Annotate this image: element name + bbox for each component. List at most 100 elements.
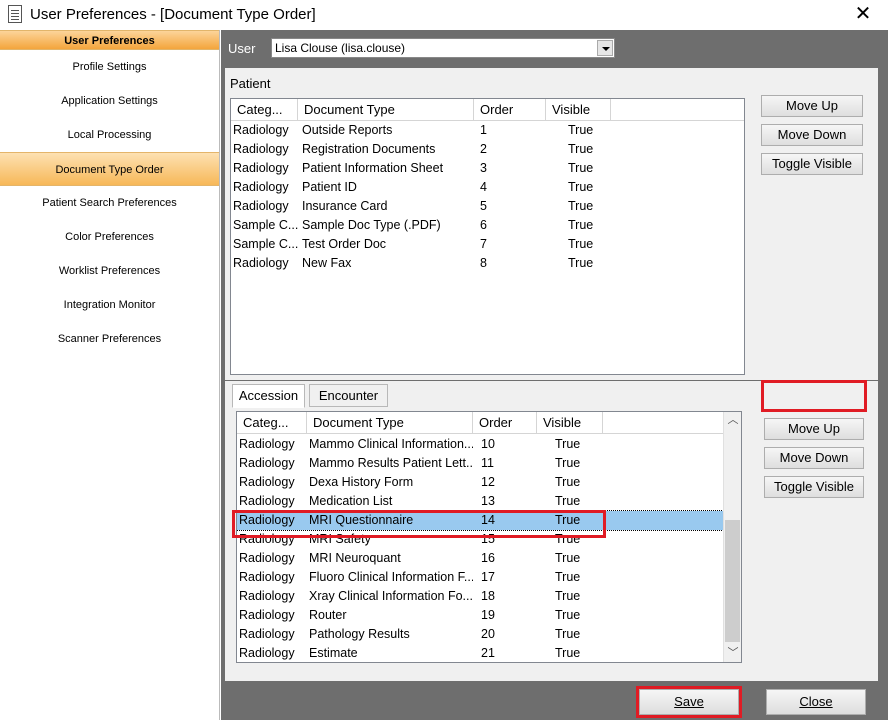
cell-visible: True [555, 494, 581, 508]
accession-move-down-button[interactable]: Move Down [764, 447, 864, 469]
cell-order: 12 [481, 475, 495, 489]
cell-visible: True [555, 646, 581, 660]
cell-category: Sample C... [233, 237, 299, 251]
vertical-scrollbar[interactable]: ︿ ﹀ [723, 412, 741, 662]
close-button[interactable]: Close [766, 689, 866, 715]
cell-visible: True [555, 589, 581, 603]
table-row[interactable]: Radiology Mammo Results Patient Lett... 11… [237, 454, 723, 473]
cell-order: 21 [481, 646, 495, 660]
cell-category: Radiology [233, 180, 289, 194]
table-row[interactable]: Radiology Dexa History Form 12 True [237, 473, 723, 492]
column-header-order[interactable]: Order [473, 412, 537, 433]
cell-document-type: Pathology Results [309, 627, 410, 641]
cell-document-type: Outside Reports [302, 123, 393, 137]
cell-category: Radiology [233, 142, 289, 156]
table-row[interactable]: Sample C... Sample Doc Type (.PDF) 6 True [231, 216, 744, 235]
cell-category: Radiology [239, 570, 295, 584]
cell-category: Radiology [239, 437, 295, 451]
table-row[interactable]: Radiology Insurance Card 5 True [231, 197, 744, 216]
table-row[interactable]: Radiology Medication List 13 True [237, 492, 723, 511]
cell-category: Radiology [239, 475, 295, 489]
patient-toggle-visible-button[interactable]: Toggle Visible [761, 153, 863, 175]
table-row[interactable]: Radiology Outside Reports 1 True [231, 121, 744, 140]
sidebar-item-patient-search-preferences[interactable]: Patient Search Preferences [0, 186, 219, 220]
close-window-button[interactable]: ✕ [852, 3, 874, 25]
chevron-down-icon[interactable] [597, 40, 613, 56]
table-row[interactable]: Radiology Fluoro Clinical Information F..… [237, 568, 723, 587]
cell-category: Radiology [239, 646, 295, 660]
cell-document-type: Mammo Results Patient Lett... [309, 456, 473, 470]
chevron-down-icon[interactable]: ﹀ [724, 645, 741, 662]
table-row[interactable]: Radiology Mammo Clinical Information... 10… [237, 435, 723, 454]
tab-encounter[interactable]: Encounter [309, 384, 388, 407]
window-title: User Preferences - [Document Type Order] [30, 6, 316, 23]
table-row[interactable]: Radiology Patient ID 4 True [231, 178, 744, 197]
cell-order: 3 [480, 161, 487, 175]
document-icon [8, 5, 22, 23]
cell-category: Sample C... [233, 218, 299, 232]
cell-order: 7 [480, 237, 487, 251]
cell-order: 5 [480, 199, 487, 213]
column-header-visible[interactable]: Visible [537, 412, 603, 433]
cell-document-type: Patient ID [302, 180, 357, 194]
column-header-document-type[interactable]: Document Type [307, 412, 473, 433]
cell-order: 10 [481, 437, 495, 451]
sidebar-item-document-type-order[interactable]: Document Type Order [0, 152, 219, 186]
table-row[interactable]: Radiology Pathology Results 20 True [237, 625, 723, 644]
cell-visible: True [555, 551, 581, 565]
chevron-up-icon[interactable]: ︿ [724, 412, 741, 429]
table-row[interactable]: Radiology Patient Information Sheet 3 True [231, 159, 744, 178]
patient-grid-body: Radiology Outside Reports 1 True Radiology Re… [231, 121, 744, 273]
cell-visible: True [568, 218, 594, 232]
cell-order: 16 [481, 551, 495, 565]
column-header-visible[interactable]: Visible [546, 99, 611, 120]
cell-document-type: Estimate [309, 646, 358, 660]
sidebar-item-scanner-preferences[interactable]: Scanner Preferences [0, 322, 219, 356]
cell-category: Radiology [233, 123, 289, 137]
table-row[interactable]: Radiology Xray Clinical Information Fo...… [237, 587, 723, 606]
sidebar-item-local-processing[interactable]: Local Processing [0, 118, 219, 152]
accession-move-up-button[interactable]: Move Up [764, 418, 864, 440]
column-header-category[interactable]: Categ... [237, 412, 307, 433]
user-select[interactable]: Lisa Clouse (lisa.clouse) [271, 38, 615, 58]
table-row[interactable]: Radiology Registration Documents 2 True [231, 140, 744, 159]
accession-grid-header: Categ... Document Type Order Visible [237, 412, 741, 434]
cell-visible: True [568, 199, 594, 213]
scrollbar-thumb[interactable] [725, 520, 740, 642]
cell-visible: True [555, 570, 581, 584]
tab-accession[interactable]: Accession [232, 384, 305, 408]
cell-order: 17 [481, 570, 495, 584]
sidebar-item-color-preferences[interactable]: Color Preferences [0, 220, 219, 254]
table-row[interactable]: Radiology New Fax 8 True [231, 254, 744, 273]
table-row[interactable]: Sample C... Test Order Doc 7 True [231, 235, 744, 254]
sidebar-item-application-settings[interactable]: Application Settings [0, 84, 219, 118]
cell-visible: True [568, 142, 594, 156]
cell-category: Radiology [233, 161, 289, 175]
cell-document-type: Insurance Card [302, 199, 388, 213]
patient-grid-header: Categ... Document Type Order Visible [231, 99, 744, 121]
patient-grid[interactable]: Categ... Document Type Order Visible Rad… [230, 98, 745, 375]
cell-category: Radiology [233, 199, 289, 213]
patient-move-down-button[interactable]: Move Down [761, 124, 863, 146]
column-header-order[interactable]: Order [474, 99, 546, 120]
cell-order: 4 [480, 180, 487, 194]
cell-order: 19 [481, 608, 495, 622]
sidebar-item-integration-monitor[interactable]: Integration Monitor [0, 288, 219, 322]
cell-category: Radiology [239, 608, 295, 622]
column-header-document-type[interactable]: Document Type [298, 99, 474, 120]
patient-move-up-button[interactable]: Move Up [761, 95, 863, 117]
accession-toggle-visible-button[interactable]: Toggle Visible [764, 476, 864, 498]
user-label: User [228, 41, 256, 56]
table-row[interactable]: Radiology Estimate 21 True [237, 644, 723, 662]
table-row[interactable]: Radiology MRI Neuroquant 16 True [237, 549, 723, 568]
sidebar-item-profile-settings[interactable]: Profile Settings [0, 50, 219, 84]
cell-document-type: Router [309, 608, 347, 622]
table-row[interactable]: Radiology Router 19 True [237, 606, 723, 625]
cell-visible: True [555, 608, 581, 622]
cell-visible: True [555, 456, 581, 470]
highlight-selected-row [232, 510, 606, 538]
column-header-category[interactable]: Categ... [231, 99, 298, 120]
cell-document-type: Dexa History Form [309, 475, 414, 489]
sidebar-item-worklist-preferences[interactable]: Worklist Preferences [0, 254, 219, 288]
cell-document-type: Test Order Doc [302, 237, 387, 251]
